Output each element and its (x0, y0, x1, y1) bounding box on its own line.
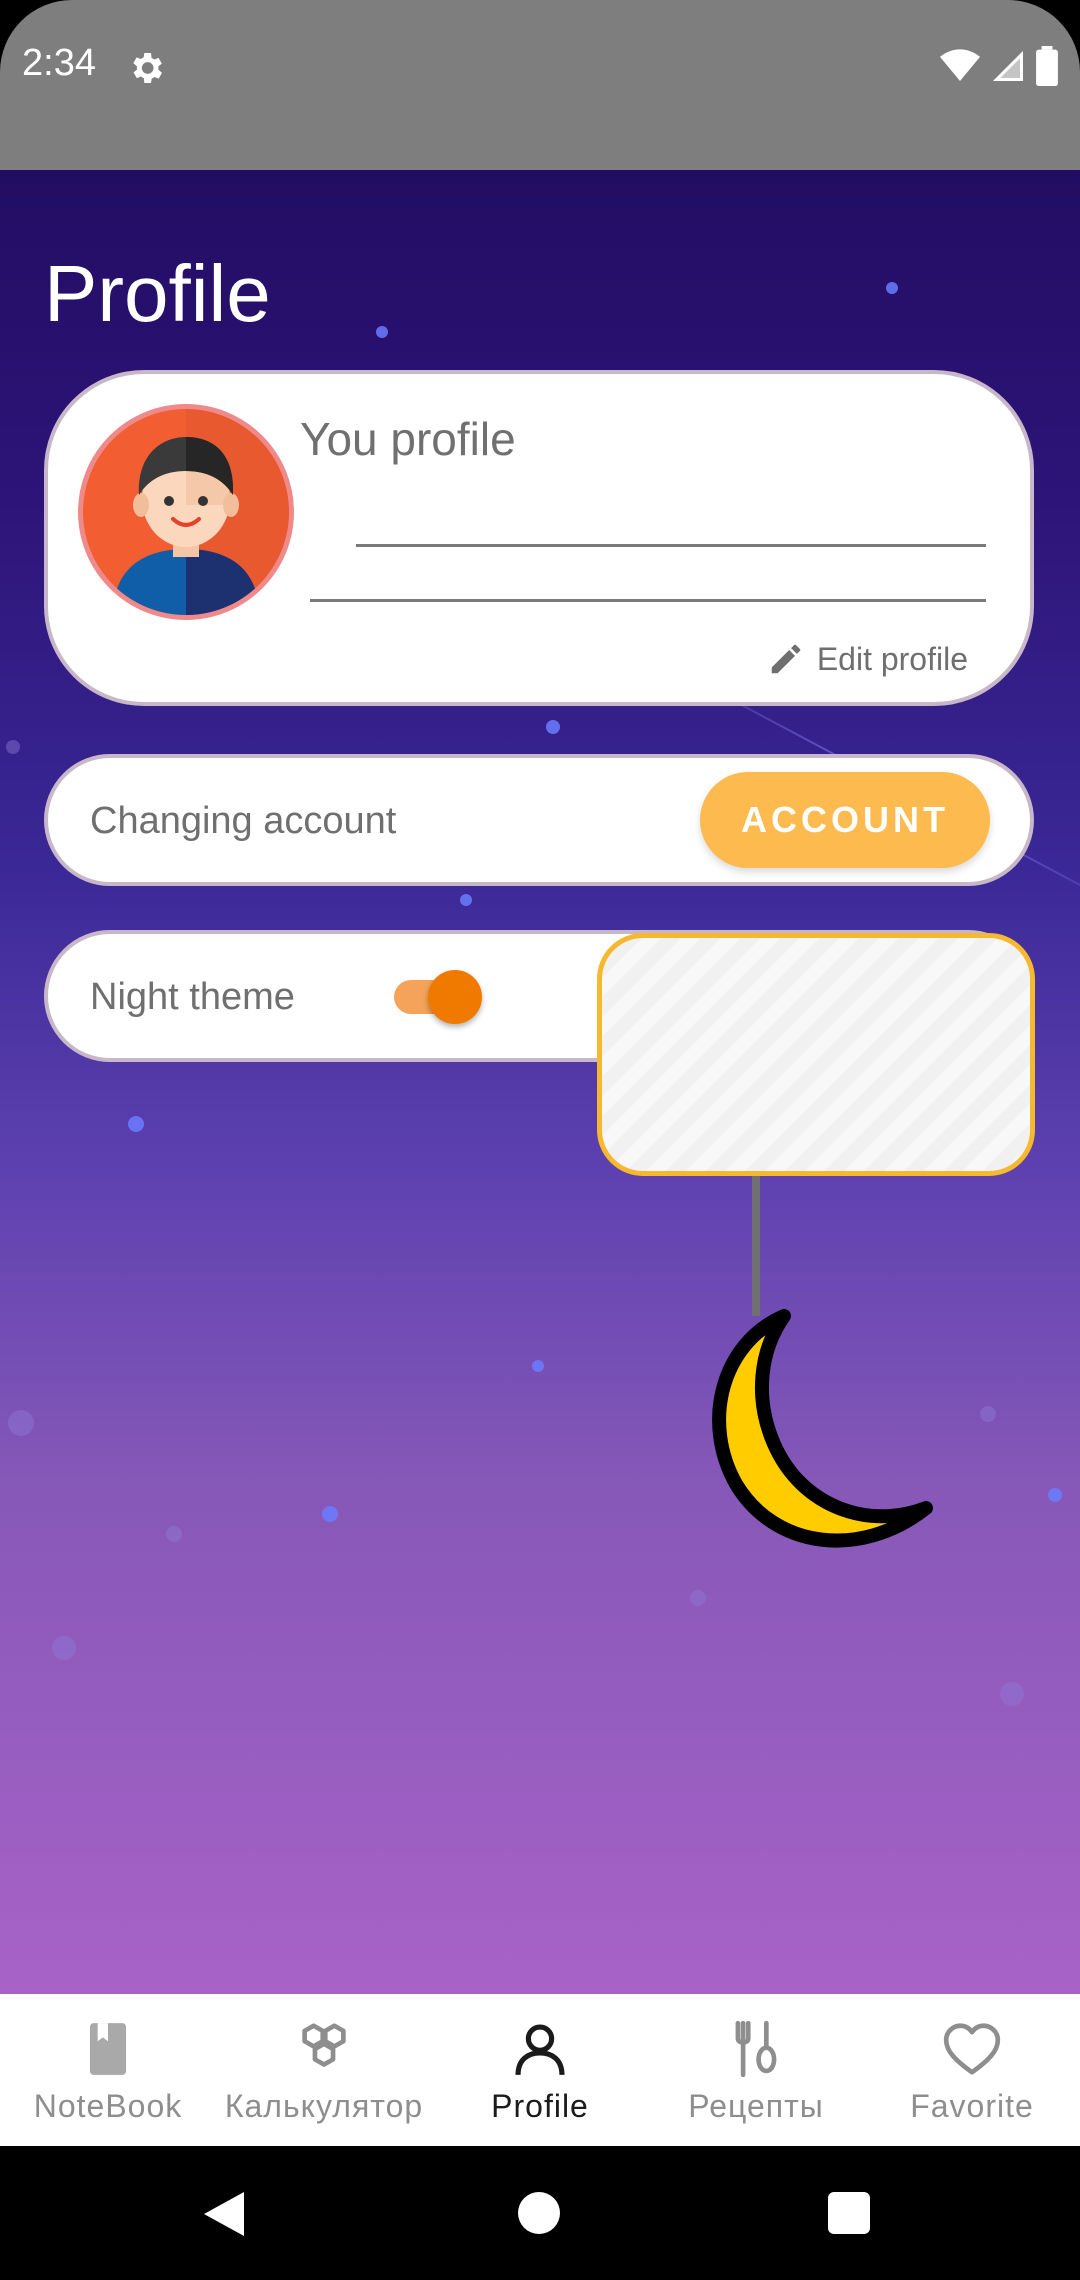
nav-label-favorite: Favorite (910, 2088, 1034, 2124)
battery-icon (1036, 46, 1058, 86)
pencil-icon (771, 644, 801, 674)
back-icon[interactable] (202, 2190, 246, 2238)
status-bar: 2:34 (0, 0, 1080, 170)
profile-heading: You profile (300, 413, 516, 465)
nav-label-profile: Profile (491, 2088, 589, 2124)
star (690, 1590, 706, 1606)
heart-icon (943, 2023, 1001, 2075)
book-icon (89, 2023, 127, 2075)
star (52, 1636, 76, 1660)
account-button[interactable]: ACCOUNT (700, 772, 990, 868)
toggle-thumb[interactable] (428, 970, 482, 1024)
star (546, 720, 560, 734)
star (460, 894, 472, 906)
profile-name-field[interactable] (356, 544, 986, 547)
edit-profile-label: Edit profile (816, 640, 968, 677)
star (8, 1410, 34, 1436)
avatar-illustration (113, 409, 289, 615)
nav-label-calculator: Калькулятор (224, 2088, 424, 2124)
hanging-sign (597, 933, 1035, 1176)
gear-icon (133, 53, 162, 83)
night-theme-label: Night theme (90, 976, 295, 1018)
page-title: Profile (44, 249, 271, 338)
status-time: 2:34 (22, 42, 96, 84)
nav-notebook[interactable]: NoteBook (0, 1994, 216, 2146)
star (886, 282, 898, 294)
nav-profile[interactable]: Profile (432, 1994, 648, 2146)
star (166, 1526, 182, 1542)
wifi-icon (940, 49, 980, 81)
system-navigation-bar (0, 2146, 1080, 2280)
signal-icon (993, 51, 1023, 81)
star (322, 1506, 338, 1522)
star (128, 1116, 144, 1132)
person-icon (515, 2024, 565, 2076)
home-button[interactable] (518, 2192, 560, 2234)
moon-icon (712, 1309, 933, 1548)
account-label: Changing account (90, 800, 397, 842)
nav-label-recipes: Рецепты (688, 2088, 824, 2124)
edit-profile-button[interactable]: Edit profile (767, 640, 968, 678)
bottom-navigation: NoteBook Калькулятор Profile Рецепты Fav… (0, 1994, 1080, 2146)
star (532, 1360, 544, 1372)
nav-recipes[interactable]: Рецепты (648, 1994, 864, 2146)
star (980, 1406, 996, 1422)
nav-favorite[interactable]: Favorite (864, 1994, 1080, 2146)
hexagons-icon (302, 2023, 346, 2067)
profile-card: You profile Edit profile (44, 370, 1034, 706)
sign-string (752, 1176, 760, 1316)
avatar[interactable] (78, 404, 294, 620)
app-screen: 2:34 Profile You profile Edit profile Ch… (0, 0, 1080, 2280)
star (1000, 1682, 1024, 1706)
profile-info-field[interactable] (310, 599, 986, 602)
nav-label-notebook: NoteBook (33, 2088, 183, 2124)
recents-button[interactable] (828, 2192, 870, 2234)
star (6, 740, 20, 754)
account-card: Changing account ACCOUNT (44, 754, 1034, 886)
nav-calculator[interactable]: Калькулятор (216, 1994, 432, 2146)
fork-spoon-icon (735, 2020, 777, 2078)
profile-screen: Profile You profile Edit profile Changin… (0, 170, 1080, 1994)
status-icons (940, 46, 1058, 86)
star (1048, 1488, 1062, 1502)
star (376, 326, 388, 338)
